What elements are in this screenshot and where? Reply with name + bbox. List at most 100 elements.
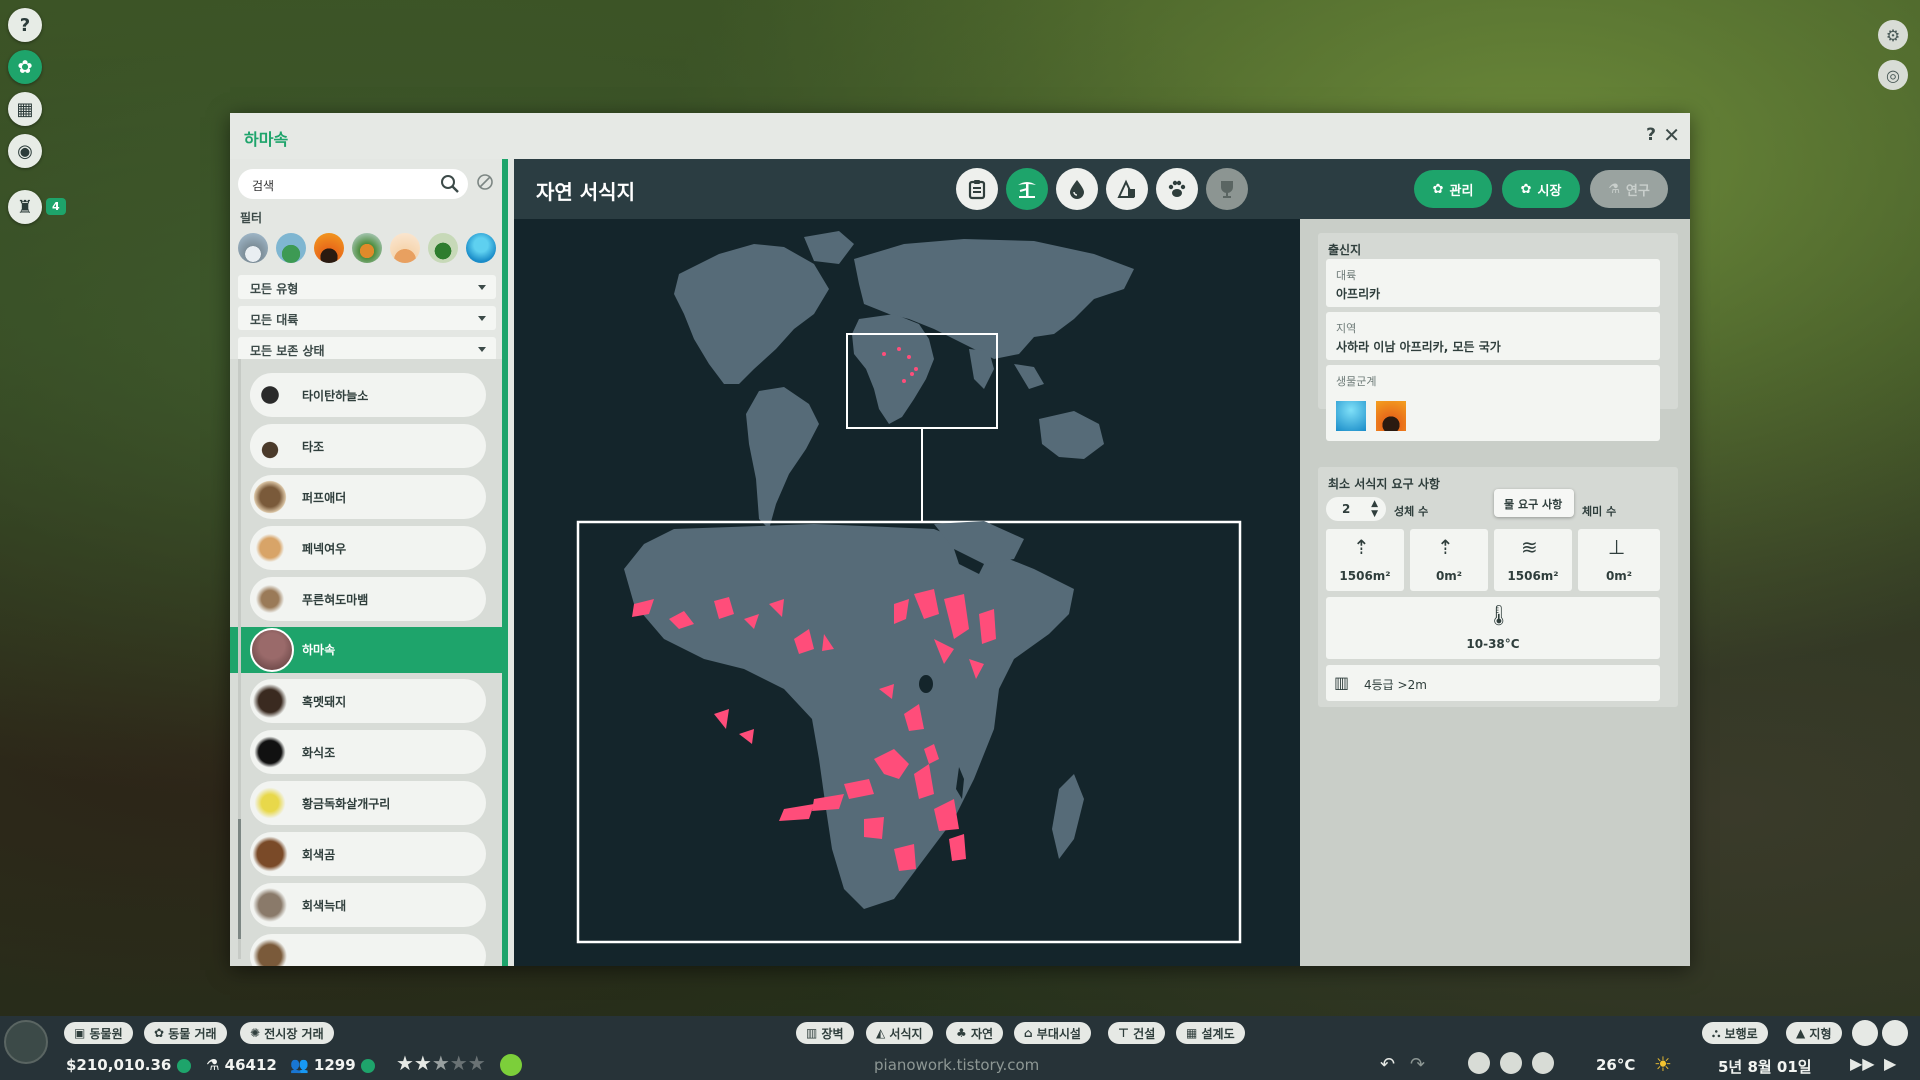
blueprint-button[interactable]: ▦ 설계도 [1176,1022,1245,1044]
water-area-box: ≋ 1506m² [1494,529,1572,591]
chevron-down-icon [478,347,486,352]
thermometer-icon: 🌡 [1486,603,1512,627]
zoo-icon[interactable]: ✿ [8,50,42,84]
scroll-thumb[interactable] [238,819,241,939]
tab-info[interactable] [956,168,998,210]
list-item[interactable]: 페넥여우 [250,526,486,570]
market-icon: ✿ [1520,181,1532,197]
compass-icon[interactable] [4,1020,48,1064]
calendar-icon[interactable]: ▦ [8,92,42,126]
help-button[interactable]: ? [1646,125,1656,145]
clear-filter-icon[interactable] [476,173,494,191]
staff-icon[interactable]: ♜ [8,190,42,224]
water-area-value: 1506m² [1507,569,1559,583]
continent-dropdown[interactable]: 모든 대륙 [238,306,496,330]
desert-biome-icon[interactable] [390,233,420,263]
facilities-button[interactable]: ⌂ 부대시설 [1014,1022,1091,1044]
list-item[interactable]: 회색늑대 [250,883,486,927]
tools-icon[interactable] [1852,1020,1878,1046]
list-item-label: 회색늑대 [302,899,347,913]
list-scrollbar[interactable] [238,359,241,959]
grassland-biome-icon[interactable] [276,233,306,263]
research-button[interactable]: ⚗ 연구 [1590,170,1668,208]
tab-trophy[interactable] [1206,168,1248,210]
climbing-area-value: 0m² [1435,569,1463,583]
photo-icon[interactable] [1500,1052,1522,1074]
tab-welfare[interactable] [1156,168,1198,210]
nature-button[interactable]: ♣ 자연 [946,1022,1004,1044]
search-input[interactable]: 검색 [238,169,468,199]
exhibit-trade-button[interactable]: ✺ 전시장 거래 [240,1022,334,1044]
nature-label: 자연 [970,1026,994,1041]
fence-icon: ▥ [1334,673,1350,692]
zoom-icon[interactable] [1882,1020,1908,1046]
climbing-area-box: ⇡ 0m² [1410,529,1488,591]
tundra-biome-icon[interactable] [238,233,268,263]
animal-trade-button[interactable]: ✿ 동물 거래 [144,1022,227,1044]
continent-label: 대륙 [1336,269,1357,282]
zoo-icon: ▣ [74,1026,90,1040]
market-label: 시장 [1537,183,1562,199]
money-value: $210,010.36 [66,1056,172,1074]
list-item[interactable]: 푸른혀도마뱀 [250,577,486,621]
selection-stripe [502,159,508,966]
stepper-arrows-icon[interactable]: ▲ ▼ [1371,499,1378,519]
zoo-button[interactable]: ▣ 동물원 [64,1022,133,1044]
list-item-selected[interactable]: 하마속 [230,627,502,673]
continent-value: 아프리카 [1336,287,1381,301]
habitat-button[interactable]: ◭ 서식지 [866,1022,933,1044]
eye-icon[interactable]: ◉ [8,134,42,168]
guests-value: 1299 [313,1056,356,1074]
chevron-down-icon [478,316,486,321]
savanna-biome-icon[interactable] [314,233,344,263]
status-dropdown[interactable]: 모든 보존 상태 [238,337,496,361]
building-icon: ⌂ [1024,1026,1037,1040]
temperate-biome-icon[interactable] [352,233,382,263]
camera-icon[interactable]: ◎ [1878,60,1908,90]
bottom-bar: ▣ 동물원 ✿ 동물 거래 ✺ 전시장 거래 ▥ 장벽 ◭ 서식지 ♣ 자연 ⌂… [0,1016,1920,1080]
terrain-button[interactable]: ▲ 지형 [1786,1022,1842,1044]
research-value: 46412 [224,1056,277,1074]
tab-water[interactable] [1056,168,1098,210]
close-button[interactable]: ✕ [1663,123,1680,147]
undo-icon[interactable]: ↶ [1380,1054,1395,1075]
construction-button[interactable]: ⊤ 건설 [1108,1022,1166,1044]
manage-button[interactable]: ✿ 관리 [1414,170,1492,208]
list-item[interactable] [250,934,486,966]
frog-avatar [250,783,290,823]
list-item[interactable]: 퍼프애더 [250,475,486,519]
camera-mode-icon[interactable] [1468,1052,1490,1074]
region-card: 지역 사하라 이남 아프리카, 모든 국가 [1326,312,1660,360]
fast-forward-icon[interactable]: ▶▶ [1850,1054,1875,1073]
search-placeholder: 검색 [252,179,275,193]
list-item[interactable]: 화식조 [250,730,486,774]
list-item[interactable]: 타조 [250,424,486,468]
settings-icon[interactable]: ⚙ [1878,20,1908,50]
market-button[interactable]: ✿ 시장 [1502,170,1580,208]
beetle-avatar [250,375,290,415]
tropical-biome-icon[interactable] [428,233,458,263]
type-dropdown[interactable]: 모든 유형 [238,275,496,299]
list-item[interactable]: 회색곰 [250,832,486,876]
barrier-button[interactable]: ▥ 장벽 [796,1022,854,1044]
list-item-label: 혹멧돼지 [302,695,347,709]
list-item-label: 타조 [302,440,325,454]
zoo-label: 동물원 [89,1026,123,1041]
list-item[interactable]: 혹멧돼지 [250,679,486,723]
list-item[interactable]: 타이탄하늘소 [250,373,486,417]
tab-enrichment[interactable] [1106,168,1148,210]
partial-label: 체미 수 [1582,505,1617,518]
aquatic-biome-icon[interactable] [466,233,496,263]
adult-count-stepper[interactable]: 2 ▲ ▼ [1326,497,1386,521]
guest-count: 👥 1299 [290,1056,375,1074]
play-icon[interactable]: ▶ [1884,1054,1896,1073]
info-panel: 출신지 대륙 아프리카 지역 사하라 이남 아프리카, 모든 국가 생물군계 최… [1300,219,1690,966]
deep-water-value: 0m² [1605,569,1633,583]
overlay-icon[interactable] [1532,1052,1554,1074]
habitat-icon: ◭ [876,1026,890,1040]
help-icon[interactable]: ? [8,8,42,42]
tab-habitat[interactable] [1006,168,1048,210]
list-item[interactable]: 황금독화살개구리 [250,781,486,825]
path-button[interactable]: ⛬ 보행로 [1702,1022,1768,1044]
redo-icon[interactable]: ↷ [1410,1054,1425,1075]
